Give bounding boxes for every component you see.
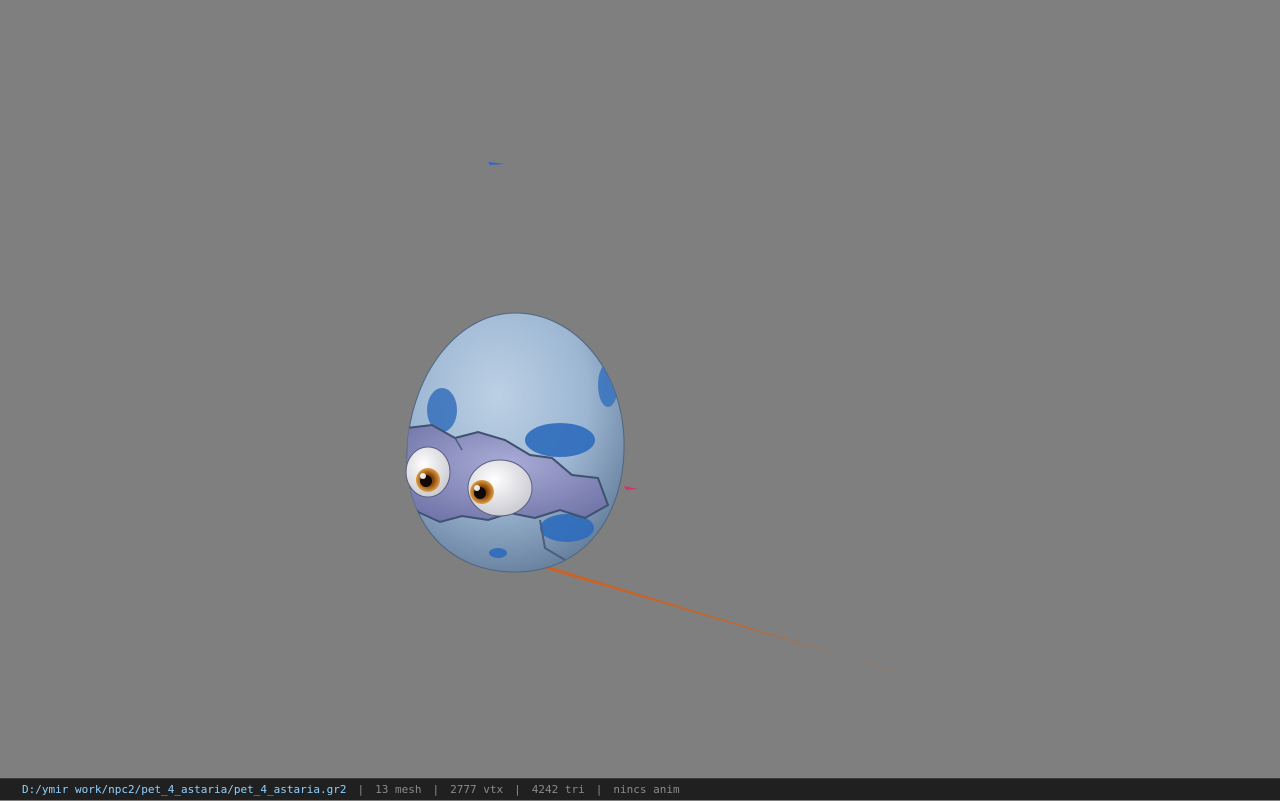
file-path-label: D:/ymir work/npc2/pet_4_astaria/pet_4_as…: [22, 782, 347, 796]
3d-viewport[interactable]: [0, 0, 1280, 778]
axis-z-marker: [488, 162, 505, 165]
egg-model[interactable]: [405, 312, 625, 573]
scene: [405, 162, 895, 672]
egg-spot: [525, 423, 595, 457]
status-separator: |: [595, 782, 603, 796]
mesh-count-label: 13 mesh: [375, 782, 422, 796]
status-bar: D:/ymir work/npc2/pet_4_astaria/pet_4_as…: [0, 778, 1280, 800]
animation-label: nincs anim: [613, 782, 680, 796]
egg-spot: [598, 363, 618, 407]
egg-spot: [489, 548, 507, 558]
status-separator: |: [432, 782, 440, 796]
right-eye: [467, 459, 533, 517]
vertex-count-label: 2777 vtx: [450, 782, 504, 796]
status-separator: |: [357, 782, 365, 796]
left-eye: [405, 446, 451, 498]
axis-x-line: [546, 566, 895, 672]
status-separator: |: [514, 782, 521, 796]
triangle-count-label: 4242 tri: [531, 782, 585, 796]
axis-y-marker: [624, 486, 638, 490]
